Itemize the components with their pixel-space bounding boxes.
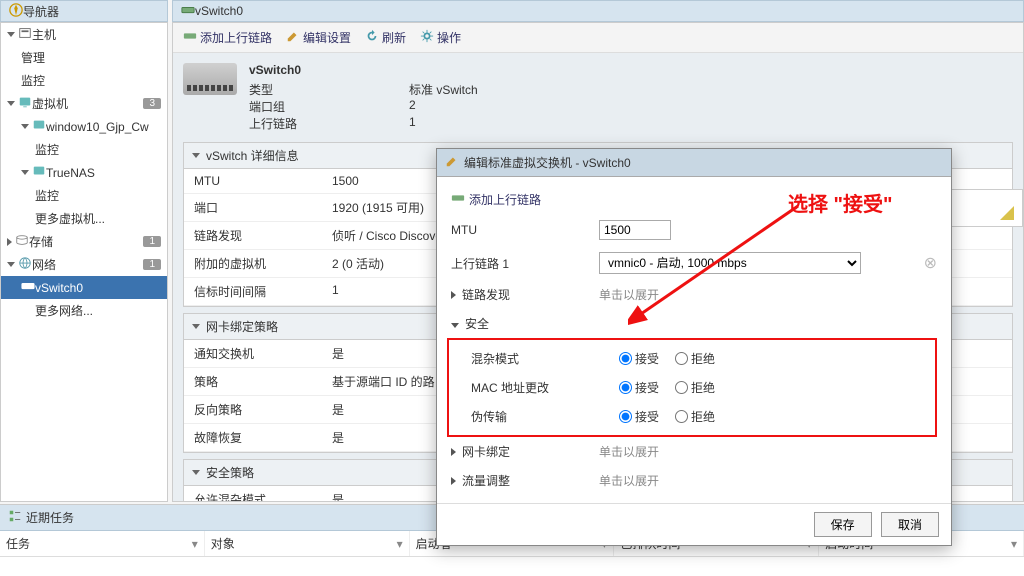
vswitch-summary: vSwitch0 类型标准 vSwitch 端口组2 上行链路1 (183, 63, 1013, 132)
chevron-right-icon (451, 448, 456, 456)
chevron-down-icon (451, 323, 459, 328)
column-header[interactable]: 对象▾ (205, 531, 410, 556)
sidebar-item-storage[interactable]: 存储1 (1, 230, 167, 253)
host-icon (18, 26, 32, 43)
add-uplink-button[interactable]: 添加上行链路 (183, 29, 272, 46)
promiscuous-mode-label: 混杂模式 (471, 350, 619, 367)
cancel-button[interactable]: 取消 (881, 512, 939, 537)
refresh-icon (365, 29, 379, 46)
network-icon (18, 256, 32, 273)
vswitch-icon (451, 191, 465, 208)
main-header: vSwitch0 (172, 0, 1024, 22)
dialog-title-bar: 编辑标准虚拟交换机 - vSwitch0 (437, 149, 951, 177)
chevron-right-icon (451, 477, 456, 485)
remove-uplink-icon[interactable]: ⊗ (924, 253, 937, 273)
chevron-down-icon (7, 101, 15, 106)
chevron-down-icon (192, 153, 200, 158)
link-discovery-section[interactable]: 链路发现 单击以展开 (451, 280, 937, 309)
sidebar-item-vm1[interactable]: window10_Gjp_Cw (1, 115, 167, 138)
sidebar: 主机 管理 监控 虚拟机3 window10_Gjp_Cw 监控 TrueNAS… (0, 22, 168, 502)
sidebar-item-vm1-monitor[interactable]: 监控 (1, 138, 167, 161)
edit-settings-button[interactable]: 编辑设置 (286, 29, 351, 46)
vswitch-icon (181, 3, 195, 20)
sidebar-item-more-vm[interactable]: 更多虚拟机... (1, 207, 167, 230)
sidebar-item-network[interactable]: 网络1 (1, 253, 167, 276)
sidebar-item-vm2[interactable]: TrueNAS (1, 161, 167, 184)
security-highlight-box: 混杂模式 接受 拒绝 MAC 地址更改 接受 拒绝 伪传输 接受 拒绝 (447, 338, 937, 437)
storage-icon (15, 233, 29, 250)
vm-icon (32, 118, 46, 135)
sidebar-item-manage[interactable]: 管理 (1, 46, 167, 69)
save-button[interactable]: 保存 (814, 512, 872, 537)
refresh-button[interactable]: 刷新 (365, 29, 406, 46)
compass-icon (9, 3, 23, 20)
mac-reject-radio[interactable]: 拒绝 (675, 379, 715, 396)
sidebar-item-vswitch0[interactable]: vSwitch0 (1, 276, 167, 299)
chevron-down-icon (7, 32, 15, 37)
promiscuous-reject-radio[interactable]: 拒绝 (675, 350, 715, 367)
mac-change-label: MAC 地址更改 (471, 379, 619, 396)
mtu-label: MTU (451, 223, 599, 237)
vm-icon (18, 95, 32, 112)
vm-count-badge: 3 (143, 98, 161, 109)
network-count-badge: 1 (143, 259, 161, 270)
pencil-icon (445, 154, 459, 171)
navigator-title: 导航器 (23, 3, 59, 20)
sidebar-item-host[interactable]: 主机 (1, 23, 167, 46)
security-section-header[interactable]: 安全 (451, 309, 937, 338)
chevron-down-icon (21, 170, 29, 175)
dialog-title: 编辑标准虚拟交换机 - vSwitch0 (464, 154, 631, 171)
chevron-down-icon (192, 470, 200, 475)
tasks-icon (8, 509, 22, 526)
forged-accept-radio[interactable]: 接受 (619, 408, 659, 425)
mtu-input[interactable] (599, 220, 671, 240)
toolbar: 添加上行链路 编辑设置 刷新 操作 (173, 23, 1023, 53)
forged-transmit-label: 伪传输 (471, 408, 619, 425)
storage-count-badge: 1 (143, 236, 161, 247)
uplink-label: 上行链路 1 (451, 255, 599, 272)
chevron-right-icon (7, 238, 12, 246)
chevron-down-icon (7, 262, 15, 267)
sidebar-item-monitor[interactable]: 监控 (1, 69, 167, 92)
mac-accept-radio[interactable]: 接受 (619, 379, 659, 396)
gear-icon (420, 29, 434, 46)
sidebar-item-vm[interactable]: 虚拟机3 (1, 92, 167, 115)
uplink-select[interactable]: vmnic0 - 启动, 1000 mbps (599, 252, 861, 274)
promiscuous-accept-radio[interactable]: 接受 (619, 350, 659, 367)
vm-icon (32, 164, 46, 181)
annotation-text: 选择 "接受" (788, 188, 893, 217)
switch-image-icon (183, 63, 237, 95)
main-title: vSwitch0 (195, 4, 243, 18)
vswitch-name: vSwitch0 (249, 63, 478, 77)
nic-teaming-section[interactable]: 网卡绑定 单击以展开 (451, 437, 937, 466)
sidebar-item-more-network[interactable]: 更多网络... (1, 299, 167, 322)
chevron-down-icon (21, 124, 29, 129)
chevron-right-icon (451, 291, 456, 299)
forged-reject-radio[interactable]: 拒绝 (675, 408, 715, 425)
sidebar-item-vm2-monitor[interactable]: 监控 (1, 184, 167, 207)
chevron-down-icon (192, 324, 200, 329)
vswitch-icon (183, 29, 197, 46)
traffic-shaping-section[interactable]: 流量调整 单击以展开 (451, 466, 937, 495)
vswitch-icon (21, 279, 35, 296)
pencil-icon (286, 29, 300, 46)
navigator-header: 导航器 (0, 0, 168, 22)
actions-button[interactable]: 操作 (420, 29, 461, 46)
column-header[interactable]: 任务▾ (0, 531, 205, 556)
